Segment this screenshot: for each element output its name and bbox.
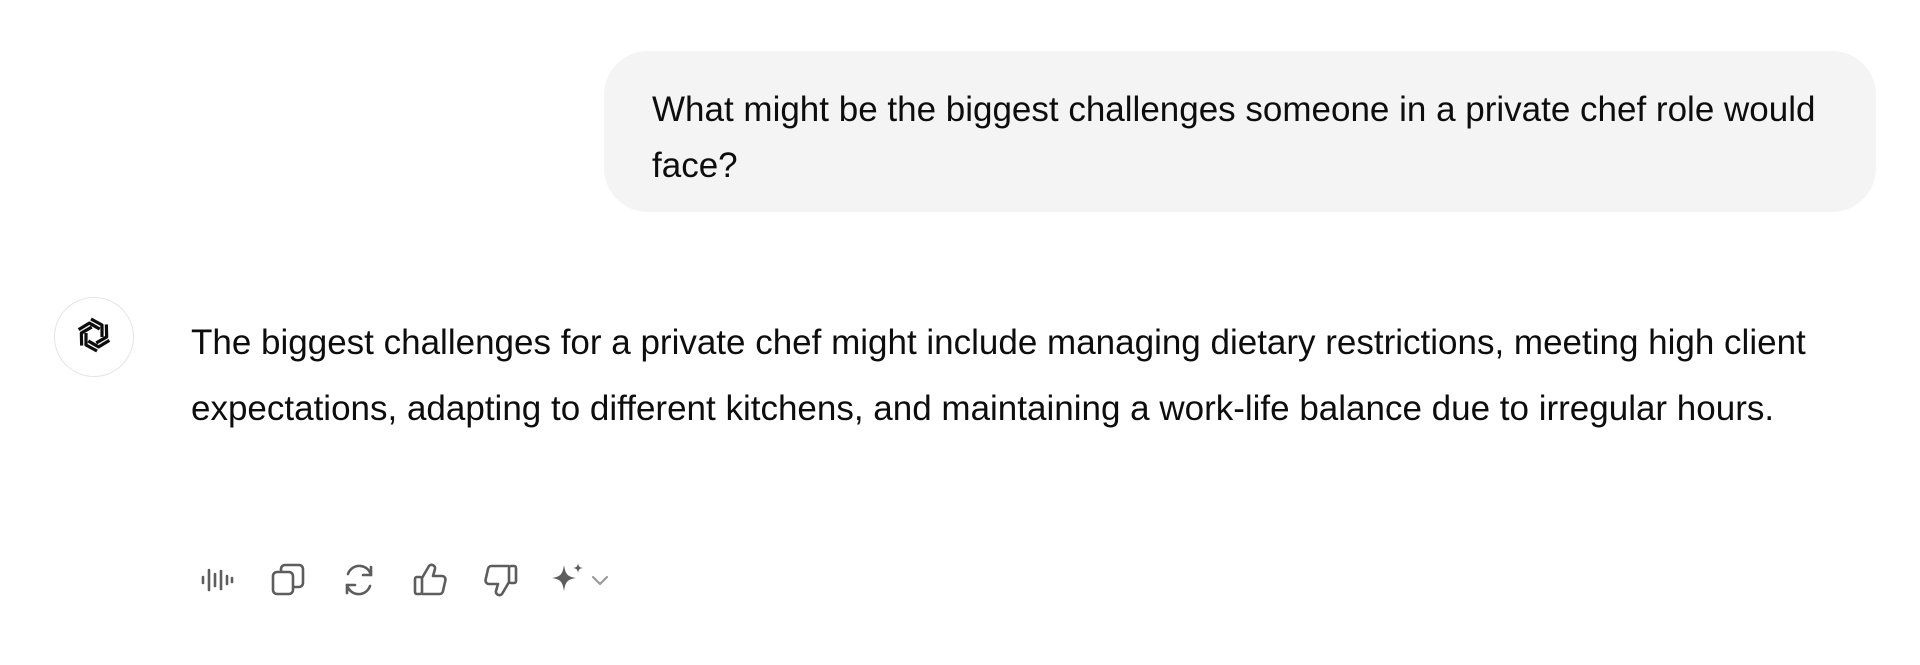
sparkle-icon: [548, 560, 588, 600]
thumbs-down-icon: [482, 561, 520, 599]
user-message-text: What might be the biggest challenges som…: [652, 90, 1816, 185]
bad-response-button[interactable]: [477, 556, 525, 604]
openai-logo-icon: [71, 312, 117, 363]
regenerate-icon: [340, 561, 378, 599]
assistant-message-text: The biggest challenges for a private che…: [191, 323, 1806, 428]
message-actions: [193, 556, 620, 604]
regenerate-button[interactable]: [335, 556, 383, 604]
chevron-down-icon: [588, 568, 612, 592]
switch-model-button[interactable]: [548, 556, 620, 604]
copy-button[interactable]: [264, 556, 312, 604]
thumbs-up-icon: [411, 561, 449, 599]
assistant-avatar: [54, 297, 134, 377]
assistant-message: The biggest challenges for a private che…: [191, 310, 1891, 442]
read-aloud-icon: [199, 562, 235, 598]
user-message-bubble: What might be the biggest challenges som…: [604, 51, 1876, 212]
good-response-button[interactable]: [406, 556, 454, 604]
copy-icon: [269, 561, 307, 599]
read-aloud-button[interactable]: [193, 556, 241, 604]
